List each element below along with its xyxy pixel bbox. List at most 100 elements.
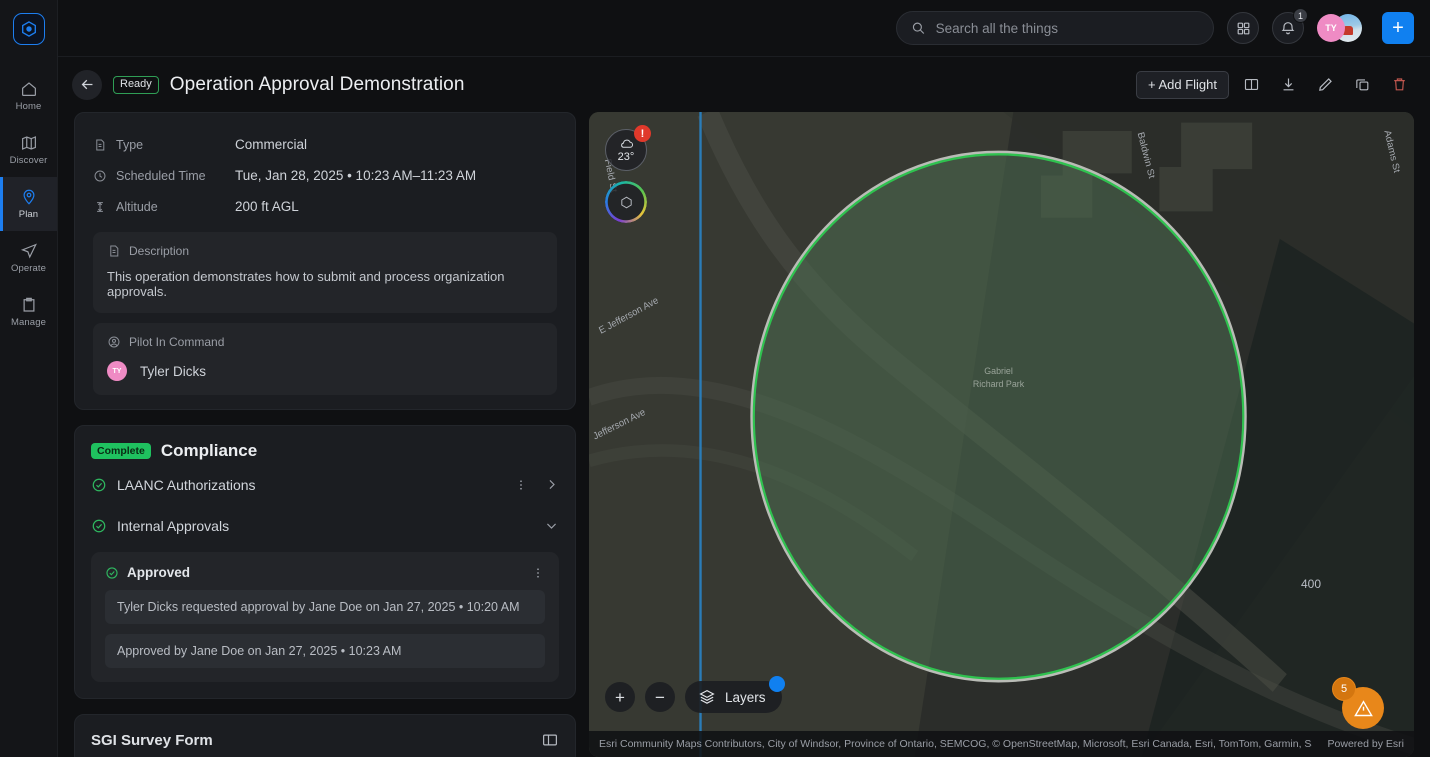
weather-temperature: 23° — [617, 151, 635, 163]
content-body: Type Commercial Scheduled Time Tue, Jan … — [58, 112, 1430, 757]
pilot-row: TY Tyler Dicks — [107, 361, 543, 381]
document-icon — [96, 139, 105, 150]
detail-label-text: Type — [116, 137, 144, 152]
duplicate-button[interactable] — [1347, 70, 1377, 100]
sidebar-item-home[interactable]: Home — [0, 69, 57, 123]
map-attribution: Esri Community Maps Contributors, City o… — [589, 731, 1414, 757]
kebab-menu-icon[interactable] — [514, 478, 528, 492]
edit-button[interactable] — [1310, 70, 1340, 100]
operation-details-card: Type Commercial Scheduled Time Tue, Jan … — [74, 112, 576, 410]
compliance-row-internal-approvals[interactable]: Internal Approvals — [91, 508, 559, 543]
sidebar-item-manage[interactable]: Manage — [0, 285, 57, 339]
check-circle-icon — [92, 478, 106, 491]
search-icon — [912, 22, 925, 34]
compliance-row-label: Internal Approvals — [117, 517, 230, 534]
book-open-button[interactable] — [1236, 70, 1266, 100]
hexagon-logo-icon[interactable] — [12, 13, 45, 45]
description-text: This operation demonstrates how to submi… — [107, 269, 505, 299]
map-style-button[interactable] — [605, 181, 647, 223]
sidebar-item-label: Operate — [10, 263, 47, 274]
left-nav-rail: Home Discover Plan Operate Manage — [0, 0, 58, 757]
description-label: Description — [129, 244, 190, 258]
weather-widget[interactable]: 23° ! — [605, 125, 651, 171]
details-column: Type Commercial Scheduled Time Tue, Jan … — [74, 112, 576, 757]
layers-label: Layers — [725, 689, 766, 705]
description-header: Description — [107, 244, 543, 258]
pilot-in-command-card: Pilot In Command TY Tyler Dicks — [93, 323, 557, 395]
detail-label: Altitude — [93, 200, 235, 214]
trash-icon — [1393, 78, 1405, 91]
approval-event: Approved by Jane Doe on Jan 27, 2025 • 1… — [105, 634, 545, 668]
sidebar-item-discover[interactable]: Discover — [0, 123, 57, 177]
avatar[interactable]: TY — [1317, 14, 1345, 42]
warning-triangle-icon — [1353, 699, 1373, 716]
detail-row-scheduled-time: Scheduled Time Tue, Jan 28, 2025 • 10:23… — [93, 160, 557, 191]
apps-grid-button[interactable] — [1227, 12, 1259, 44]
search-input[interactable] — [935, 20, 1199, 36]
kebab-menu-icon[interactable] — [531, 566, 545, 580]
sgi-survey-form-card[interactable]: SGI Survey Form — [74, 714, 576, 757]
search-box[interactable] — [896, 11, 1214, 45]
detail-row-altitude: Altitude 200 ft AGL — [93, 191, 557, 222]
detail-label-text: Scheduled Time — [116, 168, 206, 183]
attribution-text: Esri Community Maps Contributors, City o… — [599, 738, 1312, 750]
chevron-down-icon[interactable] — [544, 518, 559, 533]
book-open-icon — [1244, 78, 1258, 91]
clock-icon — [94, 170, 106, 181]
map-warnings-button[interactable]: 5 — [1332, 677, 1384, 729]
compliance-row-label: LAANC Authorizations — [117, 476, 256, 493]
top-bar: 1 TY + — [58, 0, 1430, 57]
sidebar-item-operate[interactable]: Operate — [0, 231, 57, 285]
avatar-group[interactable]: TY — [1317, 12, 1369, 44]
zoom-in-button[interactable]: + — [605, 682, 635, 712]
map-controls: + − Layers — [605, 676, 785, 713]
check-circle-icon — [92, 519, 106, 532]
detail-value: Commercial — [235, 137, 308, 152]
compliance-row-actions — [514, 477, 559, 492]
sidebar-nav: Home Discover Plan Operate Manage — [0, 69, 57, 339]
map-vector-layer: Field St E Jefferson Ave Jefferson Ave B… — [589, 112, 1414, 757]
user-circle-icon — [108, 336, 120, 348]
arrow-left-icon — [81, 79, 92, 90]
chevron-right-icon[interactable] — [544, 477, 559, 492]
download-icon — [1283, 78, 1293, 91]
pilot-label: Pilot In Command — [129, 335, 225, 349]
layers-badge — [768, 676, 785, 692]
description-card: Description This operation demonstrates … — [93, 232, 557, 313]
notifications-button[interactable]: 1 — [1272, 8, 1308, 44]
back-button[interactable] — [72, 69, 102, 100]
zoom-out-button[interactable]: − — [645, 682, 675, 712]
download-button[interactable] — [1273, 70, 1303, 100]
weather-alert-badge: ! — [634, 125, 651, 142]
detail-label-text: Altitude — [116, 199, 158, 214]
add-flight-button[interactable]: + Add Flight — [1135, 70, 1229, 99]
notification-badge: 1 — [1292, 8, 1308, 23]
map-panel[interactable]: Field St E Jefferson Ave Jefferson Ave B… — [589, 112, 1414, 757]
compliance-header: Complete Compliance — [91, 441, 559, 461]
compliance-status-badge: Complete — [91, 442, 151, 460]
side-panel-icon[interactable] — [541, 731, 559, 749]
approval-status: Approved — [127, 565, 191, 580]
delete-button[interactable] — [1384, 70, 1414, 100]
svg-text:Richard Park: Richard Park — [973, 379, 1025, 389]
pilot-header: Pilot In Command — [107, 335, 543, 349]
sidebar-item-plan[interactable]: Plan — [0, 177, 57, 231]
layers-button[interactable]: Layers — [685, 676, 785, 713]
header-actions: + Add Flight — [1135, 70, 1414, 100]
detail-value: Tue, Jan 28, 2025 • 10:23 AM–11:23 AM — [235, 168, 477, 183]
status-badge: Ready — [113, 75, 159, 94]
compliance-row-laanc[interactable]: LAANC Authorizations — [91, 467, 559, 502]
pilot-name: Tyler Dicks — [140, 363, 207, 379]
detail-value: 200 ft AGL — [235, 199, 299, 214]
sidebar-item-label: Manage — [11, 317, 46, 328]
grid-apps-icon — [1237, 22, 1249, 34]
page-title: Operation Approval Demonstration — [169, 73, 465, 95]
compliance-row-actions — [544, 518, 559, 533]
create-button[interactable]: + — [1382, 12, 1414, 44]
sidebar-item-label: Home — [15, 101, 42, 112]
pencil-icon — [1318, 78, 1332, 91]
detail-label: Scheduled Time — [93, 169, 235, 183]
detail-row-type: Type Commercial — [93, 129, 557, 160]
sidebar-item-label: Discover — [9, 155, 48, 166]
warning-count-badge: 5 — [1332, 677, 1356, 701]
